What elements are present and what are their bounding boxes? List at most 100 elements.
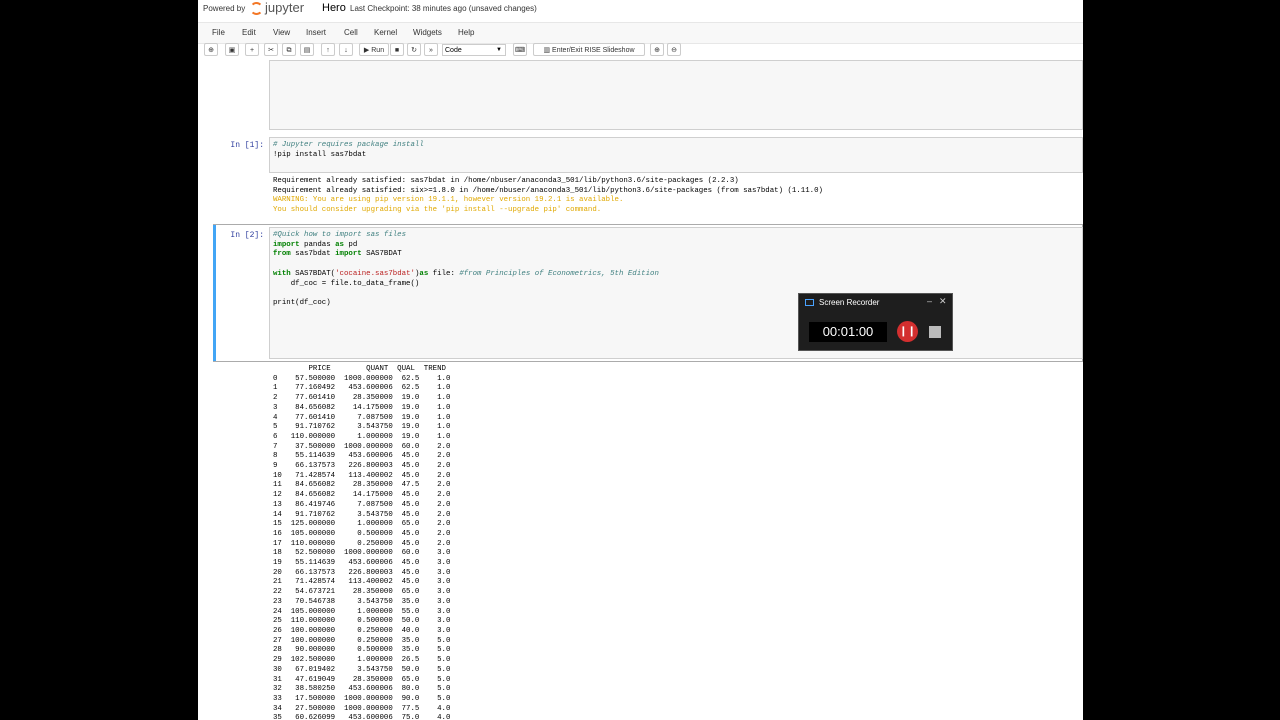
table-row: 5 91.710762 3.543750 19.0 1.0: [273, 423, 451, 432]
notebook-header: Powered by jupyter Hero Last Checkpoint:…: [198, 0, 1083, 20]
run-icon: ▶: [363, 47, 370, 54]
notebook-page: Powered by jupyter Hero Last Checkpoint:…: [198, 0, 1083, 720]
keyboard-icon[interactable]: ⌨: [513, 43, 527, 56]
table-row: 6 110.000000 1.000000 19.0 1.0: [273, 432, 451, 441]
table-row: 3 84.656082 14.175000 19.0 1.0: [273, 403, 451, 412]
jupyter-logo-text: jupyter: [265, 0, 305, 15]
table-row: 11 84.656082 28.350000 47.5 2.0: [273, 481, 451, 490]
zoom-in-icon[interactable]: ⊕: [650, 43, 664, 56]
minimize-icon[interactable]: –: [927, 296, 932, 306]
table-row: 23 70.546738 3.543750 35.0 3.0: [273, 597, 451, 606]
save-icon[interactable]: ⊕: [204, 43, 218, 56]
pause-icon[interactable]: ❙❙: [897, 321, 918, 342]
dataframe-output: PRICE QUANT QUAL TREND 0 57.500000 1000.0…: [273, 365, 450, 720]
stop-recording-icon[interactable]: [929, 326, 941, 338]
warning-line: WARNING: You are using pip version 19.1.…: [273, 196, 624, 205]
import-keyword: import: [335, 250, 362, 259]
table-row: 4 77.601410 7.087500 19.0 1.0: [273, 413, 451, 422]
with-keyword: with: [273, 269, 291, 278]
menu-kernel[interactable]: Kernel: [374, 28, 397, 37]
rise-slideshow-button[interactable]: ▥ Enter/Exit RISE Slideshow: [533, 43, 645, 56]
cell-type-select[interactable]: Code ▼: [442, 44, 506, 56]
cell-2-input[interactable]: #Quick how to import sas files import pa…: [269, 227, 1083, 359]
empty-cell-input[interactable]: [269, 60, 1083, 130]
table-row: 17 110.000000 0.250000 45.0 2.0: [273, 539, 451, 548]
table-row: 18 52.500000 1000.000000 60.0 3.0: [273, 549, 451, 558]
add-cell-icon[interactable]: +: [245, 43, 259, 56]
menu-view[interactable]: View: [273, 28, 290, 37]
recorder-app-icon: [805, 299, 814, 306]
table-row: 21 71.428574 113.400002 45.0 3.0: [273, 578, 451, 587]
table-row: 32 38.580250 453.600006 80.0 5.0: [273, 685, 451, 694]
menu-file[interactable]: File: [212, 28, 225, 37]
cell-1-input[interactable]: # Jupyter requires package install !pip …: [269, 137, 1083, 173]
menu-widgets[interactable]: Widgets: [413, 28, 442, 37]
move-up-icon[interactable]: ↑: [321, 43, 335, 56]
menu-edit[interactable]: Edit: [242, 28, 256, 37]
jupyter-logo-icon: [250, 2, 263, 15]
recorder-title: Screen Recorder: [819, 298, 880, 307]
table-row: 8 55.114639 453.600006 45.0 2.0: [273, 452, 451, 461]
insert-cell-icon[interactable]: ▣: [225, 43, 239, 56]
notebook-title[interactable]: Hero: [322, 2, 346, 14]
notebook-toolbar: ⊕ ▣ + ✂ ⧉ ▤ ↑ ↓ ▶ Run ■ ↻ » Code ▼ ⌨ ▥ En…: [198, 43, 1083, 59]
table-row: 20 66.137573 226.800003 45.0 3.0: [273, 568, 451, 577]
selected-cell-indicator: [213, 225, 216, 361]
copy-icon[interactable]: ⧉: [282, 43, 296, 56]
cut-icon[interactable]: ✂: [264, 43, 278, 56]
table-row: 13 86.419746 7.087500 45.0 2.0: [273, 500, 451, 509]
table-row: 9 66.137573 226.800003 45.0 2.0: [273, 462, 451, 471]
table-row: 33 17.500000 1000.000000 90.0 5.0: [273, 694, 451, 703]
import-keyword: import: [273, 240, 300, 249]
table-row: 2 77.601410 28.350000 19.0 1.0: [273, 394, 451, 403]
restart-icon[interactable]: ↻: [407, 43, 421, 56]
table-row: 25 110.000000 0.500000 50.0 3.0: [273, 617, 451, 626]
cell-1-prompt: In [1]:: [230, 141, 264, 150]
powered-by-text: Powered by: [203, 4, 246, 13]
table-row: 0 57.500000 1000.000000 62.5 1.0: [273, 374, 451, 383]
table-row: 19 55.114639 453.600006 45.0 3.0: [273, 559, 451, 568]
table-row: 7 37.500000 1000.000000 60.0 2.0: [273, 442, 451, 451]
output-line: Requirement already satisfied: sas7bdat …: [273, 177, 739, 185]
menu-insert[interactable]: Insert: [306, 28, 326, 37]
table-row: 22 54.673721 28.350000 65.0 3.0: [273, 588, 451, 597]
cell-2-code: #Quick how to import sas files import pa…: [273, 231, 659, 307]
table-row: 10 71.428574 113.400002 45.0 2.0: [273, 471, 451, 480]
cell-type-value: Code: [445, 47, 462, 54]
paste-icon[interactable]: ▤: [300, 43, 314, 56]
table-row: 35 60.626099 453.600006 75.0 4.0: [273, 714, 451, 720]
table-row: 30 67.019402 3.543750 50.0 5.0: [273, 665, 451, 674]
rise-label: Enter/Exit RISE Slideshow: [552, 47, 635, 54]
menu-help[interactable]: Help: [458, 28, 474, 37]
checkpoint-status: Last Checkpoint: 38 minutes ago (unsaved…: [350, 4, 537, 13]
code-line: !pip install sas7bdat: [273, 150, 367, 159]
code-line: df_coc = file.to_data_frame(): [273, 279, 420, 288]
table-row: 12 84.656082 14.175000 45.0 2.0: [273, 491, 451, 500]
table-row: 16 105.000000 0.500000 45.0 2.0: [273, 529, 451, 538]
table-row: 24 105.000000 1.000000 55.0 3.0: [273, 607, 451, 616]
from-keyword: from: [273, 250, 291, 259]
table-row: 1 77.160492 453.600006 62.5 1.0: [273, 384, 451, 393]
table-row: 14 91.710762 3.543750 45.0 2.0: [273, 510, 451, 519]
jupyter-logo[interactable]: jupyter: [250, 0, 304, 15]
string-literal: 'cocaine.sas7bdat': [335, 269, 415, 278]
table-row: 31 47.619049 28.350000 65.0 5.0: [273, 675, 451, 684]
cell-2-prompt: In [2]:: [230, 231, 264, 240]
fast-forward-icon[interactable]: »: [424, 43, 438, 56]
table-rows: 0 57.500000 1000.000000 62.5 1.0 1 77.160…: [273, 375, 450, 720]
close-icon[interactable]: ✕: [939, 296, 947, 307]
chart-icon: ▥: [543, 47, 551, 54]
screen-recorder-window: Screen Recorder – ✕ 00:01:00 ❙❙: [798, 293, 953, 351]
table-row: 15 125.000000 1.000000 65.0 2.0: [273, 520, 451, 529]
run-button[interactable]: ▶ Run: [359, 43, 389, 56]
table-header: PRICE QUANT QUAL TREND: [273, 365, 446, 373]
code-line: #Quick how to import sas files: [273, 231, 407, 239]
move-down-icon[interactable]: ↓: [339, 43, 353, 56]
table-row: 26 100.000000 0.250000 40.0 3.0: [273, 626, 451, 635]
menu-bar: File Edit View Insert Cell Kernel Widget…: [198, 22, 1083, 44]
menu-cell[interactable]: Cell: [344, 28, 358, 37]
warning-line: You should consider upgrading via the 'p…: [273, 206, 602, 215]
zoom-out-icon[interactable]: ⊖: [667, 43, 681, 56]
stop-icon[interactable]: ■: [390, 43, 404, 56]
cell-1-output: Requirement already satisfied: sas7bdat …: [273, 177, 823, 216]
